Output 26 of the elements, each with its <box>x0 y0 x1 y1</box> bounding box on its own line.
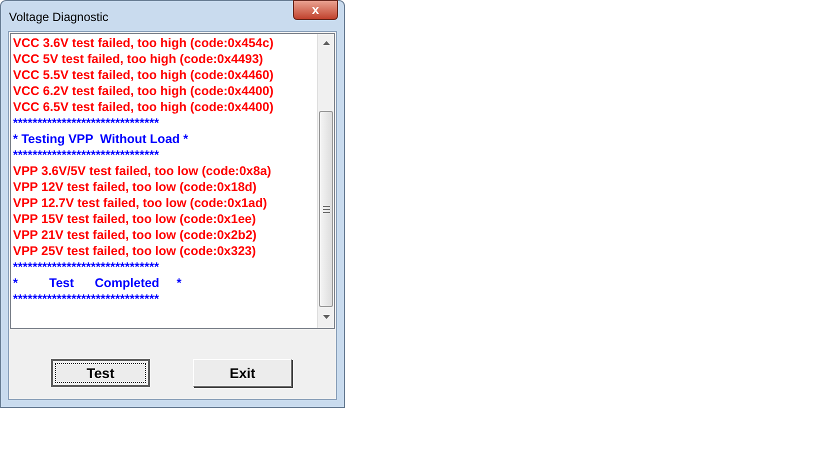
log-line: ****************************** <box>13 291 160 307</box>
log-line: VPP 12.7V test failed, too low (code:0x1ad) <box>13 195 268 211</box>
log-line: VCC 5V test failed, too high (code:0x4493) <box>13 51 264 67</box>
log-line: VPP 25V test failed, too low (code:0x323) <box>13 243 257 259</box>
log-line: VPP 12V test failed, too low (code:0x18d) <box>13 179 258 195</box>
log-line: VPP 3.6V/5V test failed, too low (code:0x8a) <box>13 163 272 179</box>
log-line: VCC 5.5V test failed, too high (code:0x4460) <box>13 67 274 83</box>
scrollbar-thumb[interactable] <box>319 111 333 307</box>
log-line: ****************************** <box>13 147 160 163</box>
log-line: VCC 6.2V test failed, too high (code:0x4400) <box>13 83 274 99</box>
test-button[interactable]: Test <box>51 359 150 387</box>
log-line: * Testing VPP Without Load * <box>13 131 190 147</box>
scroll-down-icon[interactable] <box>322 315 330 319</box>
log-line: VCC 3.6V test failed, too high (code:0x454c) <box>13 35 274 51</box>
log-line: ****************************** <box>13 259 160 275</box>
vertical-scrollbar[interactable] <box>317 34 334 328</box>
window-title: Voltage Diagnostic <box>9 9 108 26</box>
log-line: VPP 15V test failed, too low (code:0x1ee) <box>13 211 257 227</box>
scroll-up-icon[interactable] <box>322 41 330 45</box>
log-listbox[interactable] <box>10 33 335 329</box>
log-line: VCC 6.5V test failed, too high (code:0x4400) <box>13 99 274 115</box>
grip-icon <box>322 206 330 212</box>
exit-button[interactable]: Exit <box>193 359 292 387</box>
log-line: * Test Completed * <box>13 275 183 291</box>
log-line: ****************************** <box>13 115 160 131</box>
log-line: VPP 21V test failed, too low (code:0x2b2) <box>13 227 258 243</box>
